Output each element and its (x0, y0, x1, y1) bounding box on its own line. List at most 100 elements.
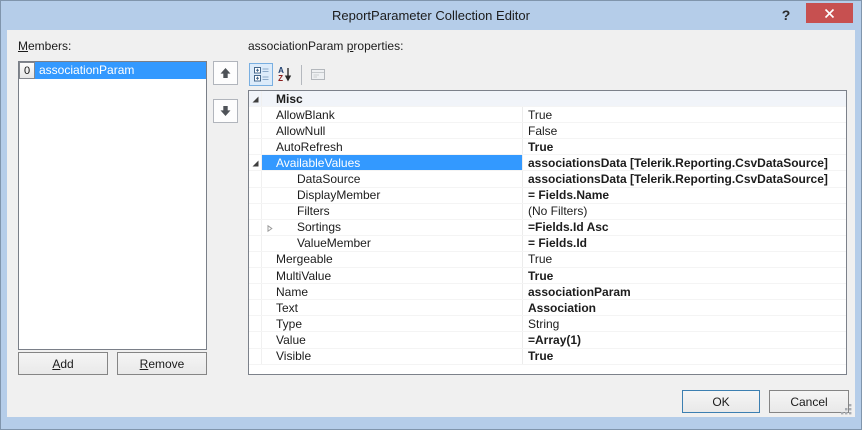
az-sort-icon: AZ (278, 66, 292, 83)
property-name[interactable]: ValueMember (262, 235, 523, 251)
property-value[interactable]: True (523, 268, 846, 283)
down-arrow-icon (220, 106, 231, 116)
property-row[interactable]: MultiValue True (249, 268, 846, 285)
screen: ReportParameter Collection Editor ? Memb… (0, 0, 862, 430)
category-label: Misc (276, 91, 303, 106)
property-row[interactable]: Type String (249, 316, 846, 333)
property-row[interactable]: AutoRefresh True (249, 139, 846, 156)
categorized-view-button[interactable] (249, 63, 273, 86)
row-gutter (249, 107, 262, 123)
property-row[interactable]: AvailableValues associationsData [Telerik… (249, 155, 846, 172)
row-gutter (249, 187, 262, 203)
expanded-triangle-icon[interactable] (251, 159, 260, 168)
property-value[interactable]: (No Filters) (523, 204, 846, 219)
property-name[interactable]: AllowNull (262, 123, 523, 139)
up-arrow-icon (220, 68, 231, 78)
property-value[interactable]: =Array(1) (523, 332, 846, 347)
property-name[interactable]: Visible (262, 348, 523, 364)
row-gutter (249, 348, 262, 364)
help-icon: ? (781, 7, 791, 23)
collection-editor-dialog: ReportParameter Collection Editor ? Memb… (0, 0, 862, 430)
property-value[interactable]: associationsData [Telerik.Reporting.CsvD… (523, 171, 846, 186)
property-name[interactable]: Name (262, 284, 523, 300)
property-row[interactable]: Value =Array(1) (249, 332, 846, 349)
alphabetical-sort-button[interactable]: AZ (273, 63, 297, 86)
row-gutter (249, 123, 262, 139)
property-row[interactable]: Filters (No Filters) (249, 203, 846, 220)
row-gutter (249, 91, 262, 107)
property-grid[interactable]: Misc AllowBlank True AllowNull False AutoRefr… (248, 90, 847, 375)
property-row[interactable]: Visible True (249, 348, 846, 365)
property-value[interactable]: =Fields.Id Asc (523, 220, 846, 235)
property-name[interactable]: MultiValue (262, 268, 523, 284)
property-row[interactable]: ValueMember = Fields.Id (249, 235, 846, 252)
property-name[interactable]: DisplayMember (262, 187, 523, 203)
property-name[interactable]: AvailableValues (262, 155, 523, 171)
property-row[interactable]: Mergeable True (249, 251, 846, 269)
property-value[interactable]: = Fields.Id (523, 236, 846, 251)
resize-grip[interactable] (840, 403, 853, 416)
property-name[interactable]: Mergeable (262, 251, 523, 268)
member-list-item[interactable]: 0 associationParam (19, 62, 206, 79)
property-pages-button (306, 63, 330, 86)
property-row[interactable]: AllowNull False (249, 123, 846, 140)
row-gutter (249, 332, 262, 348)
property-value[interactable]: True (523, 107, 846, 122)
row-gutter (249, 284, 262, 300)
property-name[interactable]: Value (262, 332, 523, 348)
property-name[interactable]: Sortings (262, 219, 523, 235)
dialog-client-area: Members: 0 associationParam Add Remove as… (7, 30, 855, 417)
property-value[interactable]: True (523, 139, 846, 154)
property-value[interactable]: associationsData [Telerik.Reporting.CsvD… (523, 155, 846, 170)
property-row[interactable]: Name associationParam (249, 284, 846, 301)
member-index: 0 (19, 62, 35, 79)
close-button[interactable] (806, 3, 853, 23)
row-gutter (249, 155, 262, 171)
property-pages-icon (310, 69, 325, 80)
move-up-button[interactable] (213, 61, 238, 85)
row-gutter (249, 268, 262, 284)
property-row[interactable]: Text Association (249, 300, 846, 317)
collapsed-triangle-icon[interactable] (265, 224, 274, 233)
help-button[interactable]: ? (775, 4, 797, 26)
property-name[interactable]: DataSource (262, 171, 523, 187)
property-value[interactable]: Association (523, 300, 846, 315)
categorized-icon (253, 67, 268, 82)
toolbar-separator (301, 64, 302, 85)
members-listbox[interactable]: 0 associationParam (18, 61, 207, 350)
property-name[interactable]: Type (262, 316, 523, 332)
property-name[interactable]: AllowBlank (262, 107, 523, 123)
close-icon (824, 8, 835, 18)
row-gutter (249, 219, 262, 235)
member-name: associationParam (35, 62, 206, 79)
row-gutter (249, 171, 262, 187)
property-row[interactable]: DisplayMember = Fields.Name (249, 187, 846, 204)
property-value[interactable]: associationParam (523, 284, 846, 299)
row-gutter (249, 139, 262, 155)
row-gutter (249, 251, 262, 268)
title-bar[interactable]: ReportParameter Collection Editor ? (1, 1, 861, 30)
property-name[interactable]: Filters (262, 203, 523, 219)
category-row[interactable]: Misc (249, 91, 846, 108)
row-gutter (249, 203, 262, 219)
property-row[interactable]: AllowBlank True (249, 107, 846, 124)
add-button[interactable]: Add (18, 352, 108, 375)
property-grid-rows: Misc AllowBlank True AllowNull False AutoRefr… (249, 91, 846, 365)
remove-button[interactable]: Remove (117, 352, 207, 375)
ok-button[interactable]: OK (682, 390, 760, 413)
property-value[interactable]: String (523, 316, 846, 331)
property-value[interactable]: True (523, 252, 846, 267)
property-name[interactable]: Text (262, 300, 523, 316)
property-value[interactable]: = Fields.Name (523, 188, 846, 203)
property-name[interactable]: AutoRefresh (262, 139, 523, 155)
propertygrid-toolbar: AZ (249, 62, 330, 87)
property-value[interactable]: True (523, 349, 846, 364)
move-down-button[interactable] (213, 99, 238, 123)
dialog-title: ReportParameter Collection Editor (332, 8, 530, 23)
expanded-triangle-icon[interactable] (251, 95, 260, 104)
property-value[interactable]: False (523, 123, 846, 138)
cancel-button[interactable]: Cancel (769, 390, 849, 413)
property-row[interactable]: DataSource associationsData [Telerik.Repo… (249, 171, 846, 188)
properties-label: associationParam properties: (248, 39, 404, 53)
property-row[interactable]: Sortings =Fields.Id Asc (249, 219, 846, 236)
